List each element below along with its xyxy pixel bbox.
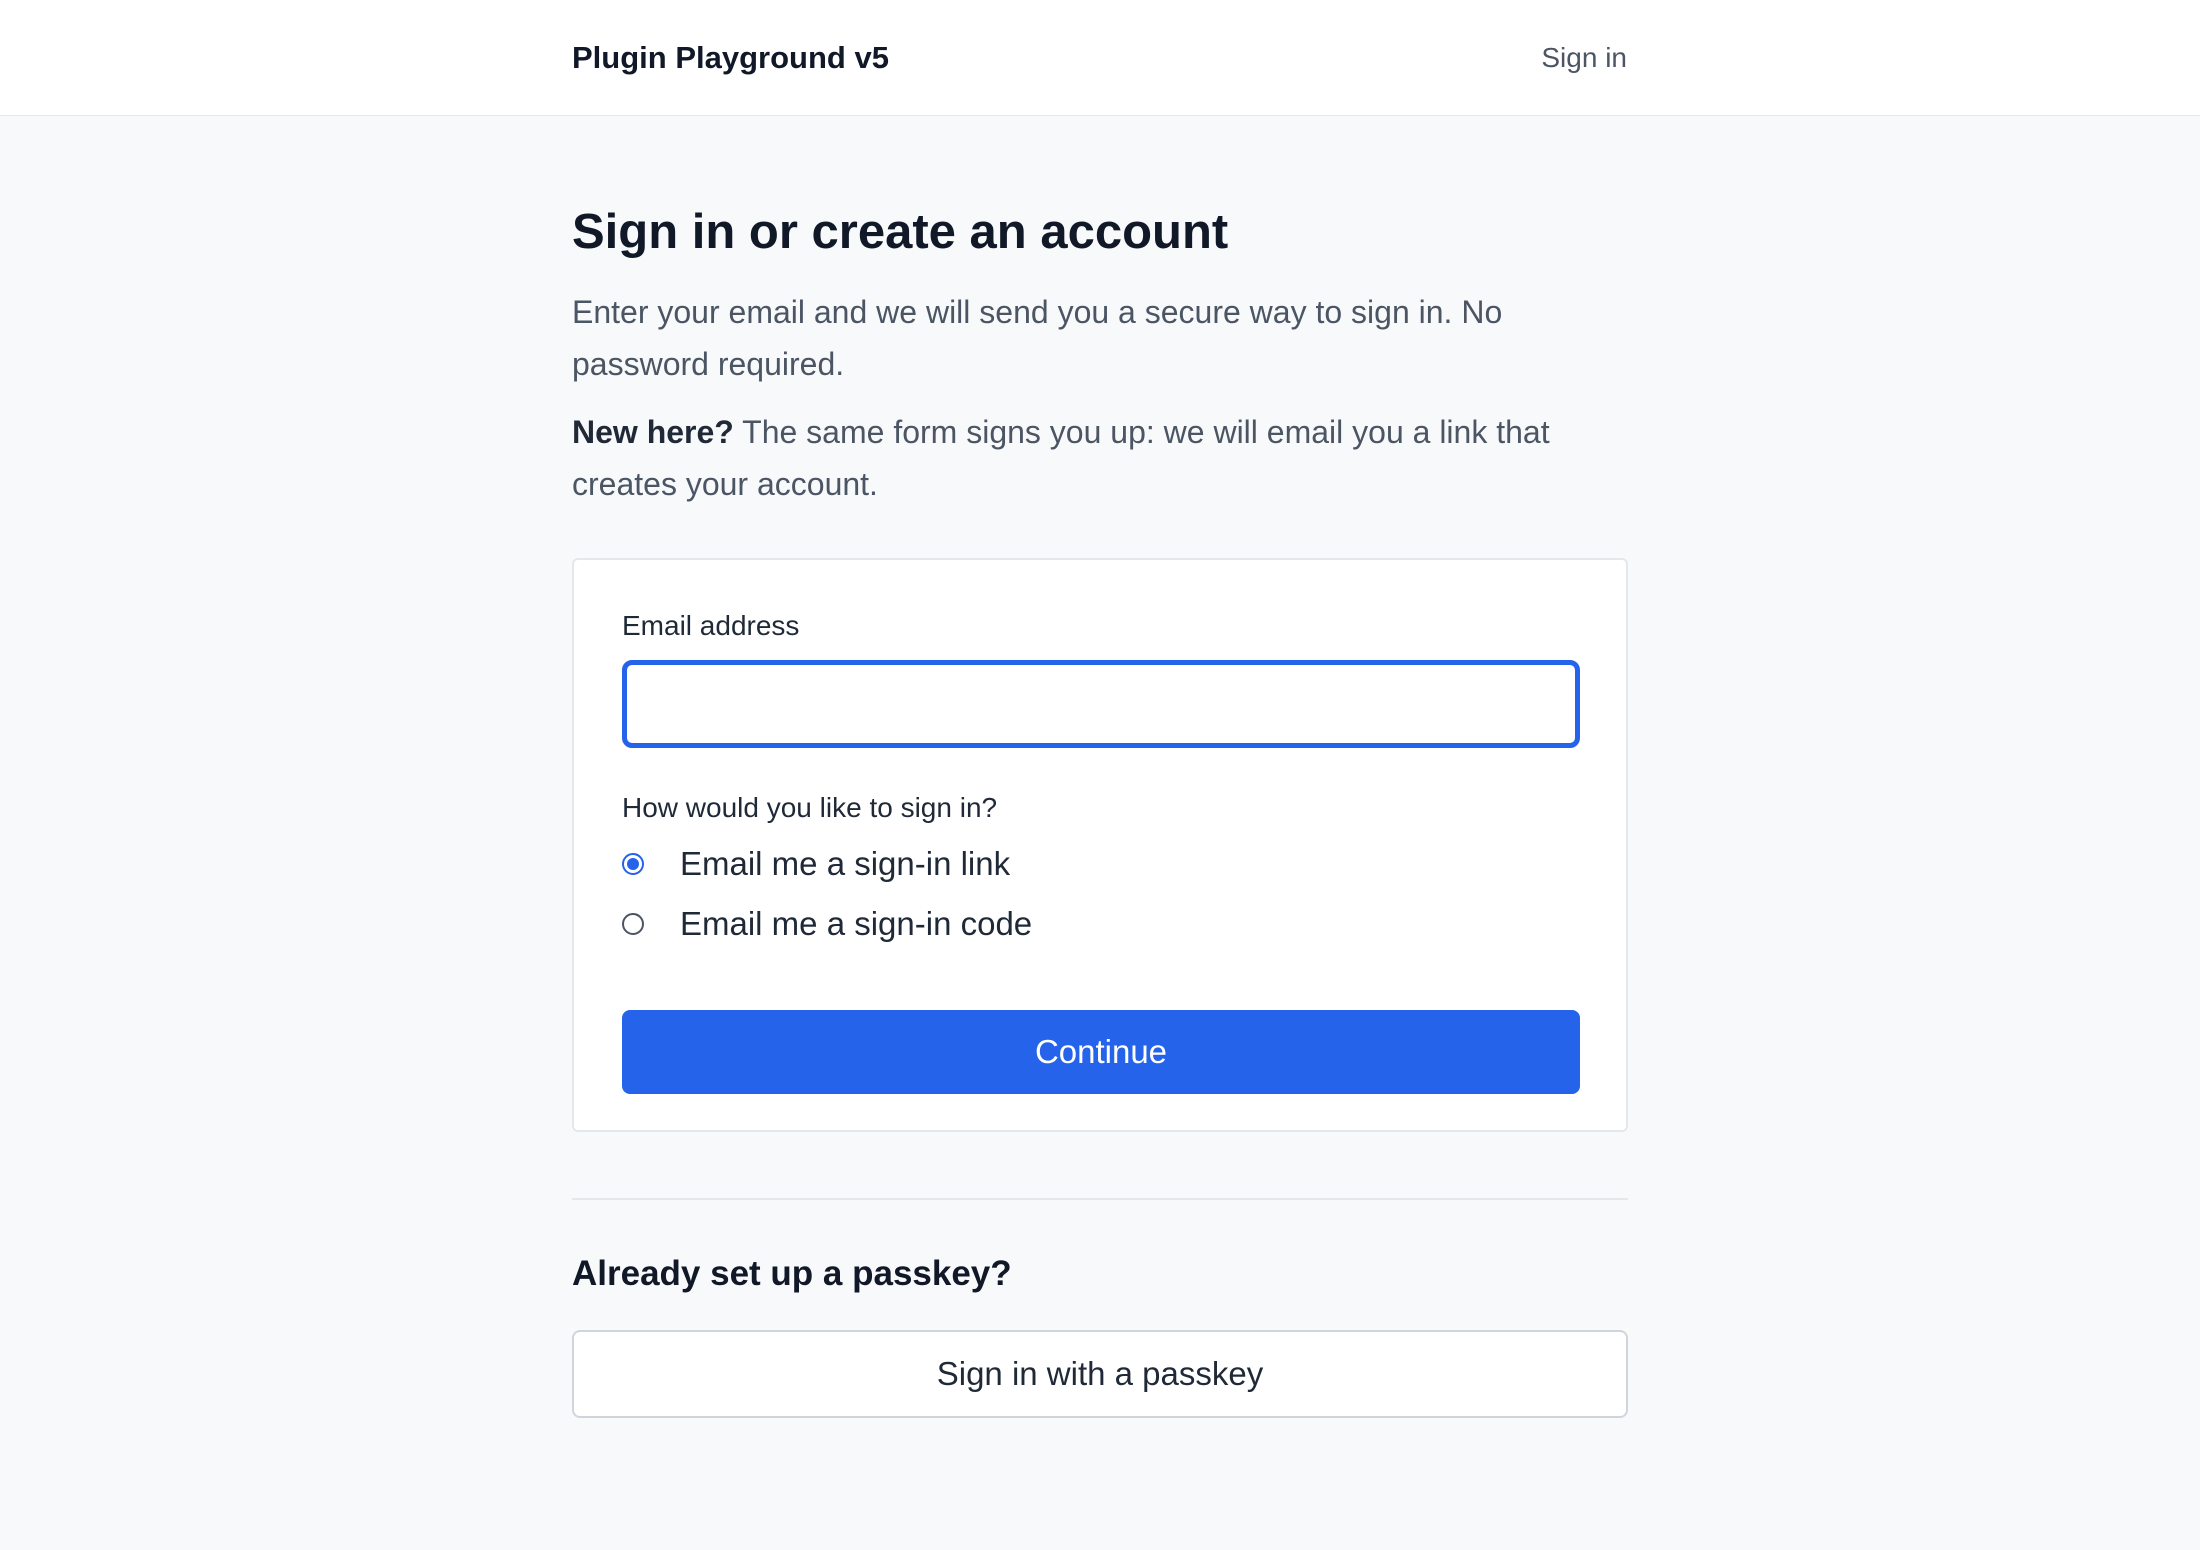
- email-input[interactable]: [622, 660, 1580, 748]
- radio-sign-in-link[interactable]: [622, 853, 644, 875]
- header-sign-in-link[interactable]: Sign in: [1541, 38, 1627, 78]
- section-divider: [572, 1198, 1628, 1200]
- option-sign-in-code-label[interactable]: Email me a sign-in code: [680, 904, 1032, 944]
- passkey-heading: Already set up a passkey?: [572, 1254, 1012, 1293]
- passkey-sign-in-button[interactable]: Sign in with a passkey: [572, 1330, 1628, 1418]
- new-here-text: New here? The same form signs you up: we…: [572, 406, 1628, 510]
- email-label: Email address: [622, 610, 800, 641]
- page-title: Sign in or create an account: [572, 205, 1229, 259]
- intro-text: Enter your email and we will send you a …: [572, 294, 1503, 382]
- radio-sign-in-code[interactable]: [622, 913, 644, 935]
- option-sign-in-link-label[interactable]: Email me a sign-in link: [680, 844, 1010, 884]
- continue-button[interactable]: Continue: [622, 1010, 1580, 1094]
- new-here-label: New here?: [572, 414, 734, 450]
- site-header: Plugin Playground v5 Sign in: [0, 0, 2200, 116]
- sign-in-form-card: Email address How would you like to sign…: [572, 558, 1628, 1132]
- brand-title[interactable]: Plugin Playground v5: [572, 38, 889, 78]
- sign-in-method-label: How would you like to sign in?: [622, 792, 998, 823]
